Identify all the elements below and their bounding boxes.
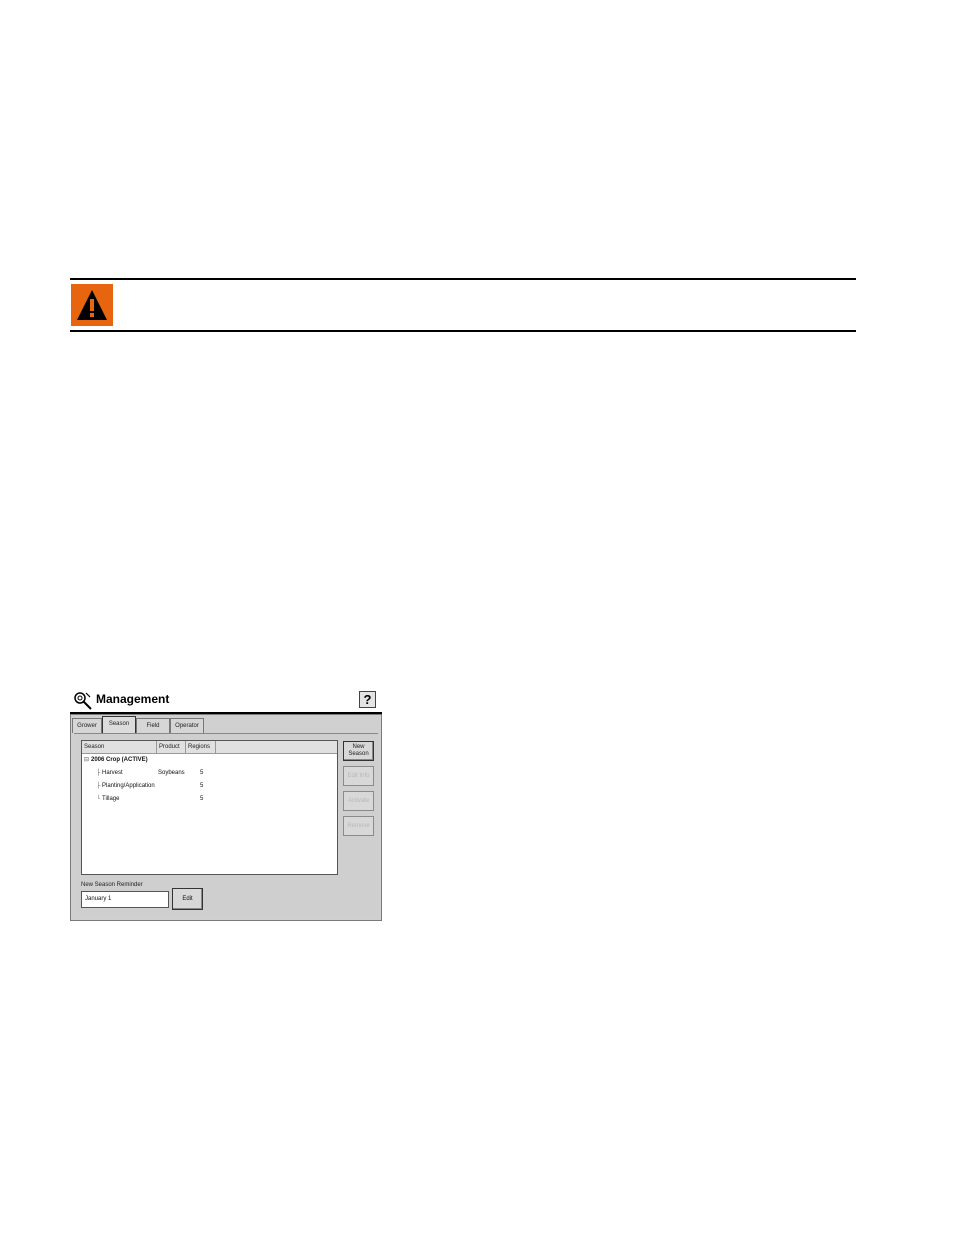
column-header-regions[interactable]: Regions: [186, 741, 216, 753]
regions-cell: 5: [200, 770, 204, 776]
root-season-label: 2006 Crop (ACTIVE): [91, 757, 148, 763]
window-title: Management: [96, 692, 170, 706]
help-button[interactable]: ?: [359, 691, 376, 708]
tree-branch-icon: ├: [96, 783, 101, 789]
tree-branch-icon: └: [96, 796, 101, 802]
remove-button[interactable]: Remove: [343, 816, 374, 836]
reminder-field[interactable]: January 1: [81, 891, 169, 908]
warning-bottom-rule: [70, 330, 856, 332]
product-cell: Soybeans: [158, 770, 185, 776]
tab-season[interactable]: Season: [102, 716, 136, 734]
regions-cell: 5: [200, 796, 204, 802]
column-header-product[interactable]: Product: [157, 741, 186, 753]
edit-info-button[interactable]: Edit Info: [343, 766, 374, 786]
wrench-gear-icon: [72, 689, 94, 711]
season-cell: Harvest: [102, 770, 123, 776]
column-header-season[interactable]: Season: [82, 741, 157, 753]
season-cell: Planting/Application: [102, 783, 155, 789]
tab-field[interactable]: Field: [136, 718, 170, 733]
table-row[interactable]: └ Tillage 5: [82, 793, 337, 805]
activate-button[interactable]: Activate: [343, 791, 374, 811]
list-header: Season Product Regions: [82, 741, 337, 754]
reminder-label: New Season Reminder: [81, 882, 143, 888]
warning-top-rule: [70, 278, 856, 280]
edit-reminder-button[interactable]: Edit: [172, 888, 203, 910]
tree-node-icon: ⊟: [84, 757, 90, 763]
season-cell: Tillage: [102, 796, 120, 802]
season-list[interactable]: Season Product Regions ⊟ 2006 Crop (ACTI…: [81, 740, 338, 875]
tree-root-row[interactable]: ⊟ 2006 Crop (ACTIVE): [82, 754, 337, 766]
table-row[interactable]: ├ Harvest Soybeans 5: [82, 767, 337, 779]
new-season-button[interactable]: New Season: [343, 741, 374, 761]
warning-triangle-icon: [71, 284, 113, 326]
table-row[interactable]: ├ Planting/Application 5: [82, 780, 337, 792]
tab-operator[interactable]: Operator: [170, 718, 204, 733]
regions-cell: 5: [200, 783, 204, 789]
management-window: Management ? Grower Season Field Operato…: [70, 688, 382, 921]
tab-grower[interactable]: Grower: [72, 718, 102, 733]
tree-branch-icon: ├: [96, 770, 101, 776]
title-bar: Management ?: [70, 688, 382, 714]
